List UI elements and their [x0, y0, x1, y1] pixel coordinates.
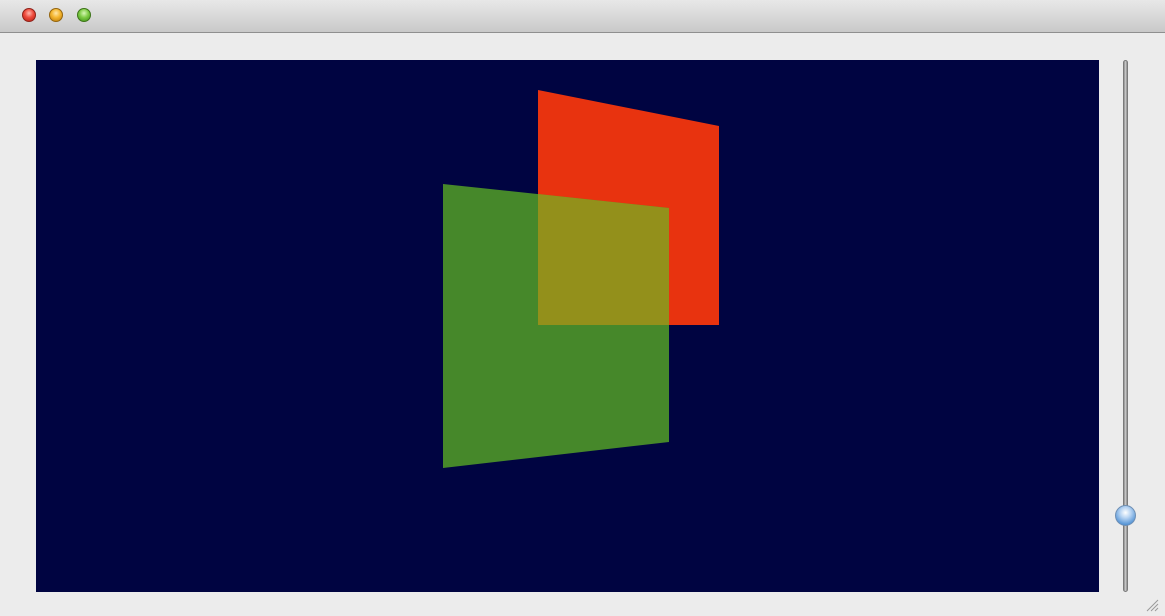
vertical-slider[interactable]: [1112, 58, 1140, 596]
overlap-region: [538, 194, 669, 325]
close-button[interactable]: [22, 8, 36, 22]
scene-canvas: [443, 90, 719, 468]
minimize-button[interactable]: [49, 8, 63, 22]
app-window: [0, 0, 1165, 616]
zoom-button[interactable]: [77, 8, 91, 22]
slider-knob[interactable]: [1115, 505, 1136, 526]
resize-grip-icon[interactable]: [1145, 598, 1159, 612]
gl-viewport[interactable]: [36, 60, 1099, 592]
title-bar[interactable]: [0, 0, 1165, 33]
